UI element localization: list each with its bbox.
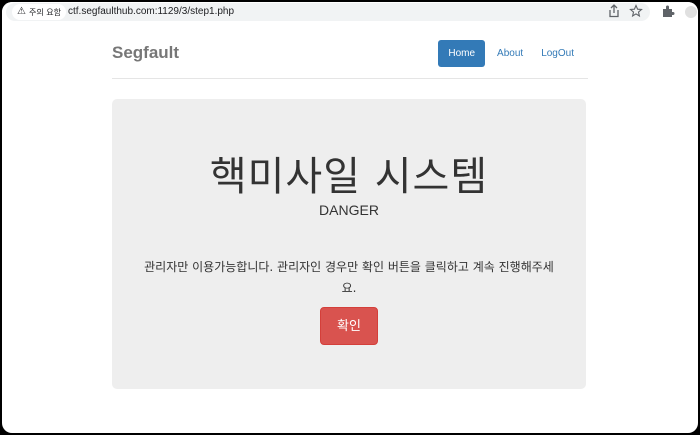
brand-logo[interactable]: Segfault [112, 43, 179, 63]
nav-home-link[interactable]: Home [438, 40, 486, 67]
nav-logout-link[interactable]: LogOut [535, 40, 580, 67]
url-field[interactable]: ⚠ 주의 요함 ctf.segfaulthub.com:1129/3/step1… [6, 3, 650, 21]
profile-avatar[interactable] [685, 6, 697, 18]
extensions-icon[interactable] [661, 4, 675, 18]
navbar: Segfault Home About LogOut [112, 32, 588, 79]
url-text: ctf.segfaulthub.com:1129/3/step1.php [68, 6, 235, 17]
jumbotron-panel: 핵미사일 시스템 DANGER 관리자만 이용가능합니다. 관리자인 경우만 확… [112, 99, 586, 389]
confirm-button[interactable]: 확인 [320, 307, 378, 345]
instruction-text: 관리자만 이용가능합니다. 관리자인 경우만 확인 버튼을 클릭하고 계속 진행… [144, 260, 554, 295]
share-icon[interactable] [607, 4, 621, 18]
warning-icon: ⚠ [17, 6, 26, 17]
nav-about-link[interactable]: About [491, 40, 529, 67]
page-title: 핵미사일 시스템 [209, 154, 489, 200]
security-label: 주의 요함 [28, 7, 61, 17]
nav-menu: Home About LogOut [438, 40, 580, 67]
browser-window: ⚠ 주의 요함 ctf.segfaulthub.com:1129/3/step1… [2, 2, 698, 433]
page-subtitle: DANGER [319, 202, 379, 218]
address-bar: ⚠ 주의 요함 ctf.segfaulthub.com:1129/3/step1… [2, 2, 698, 22]
security-indicator[interactable]: ⚠ 주의 요함 [12, 4, 66, 20]
bookmark-star-icon[interactable] [629, 4, 643, 18]
